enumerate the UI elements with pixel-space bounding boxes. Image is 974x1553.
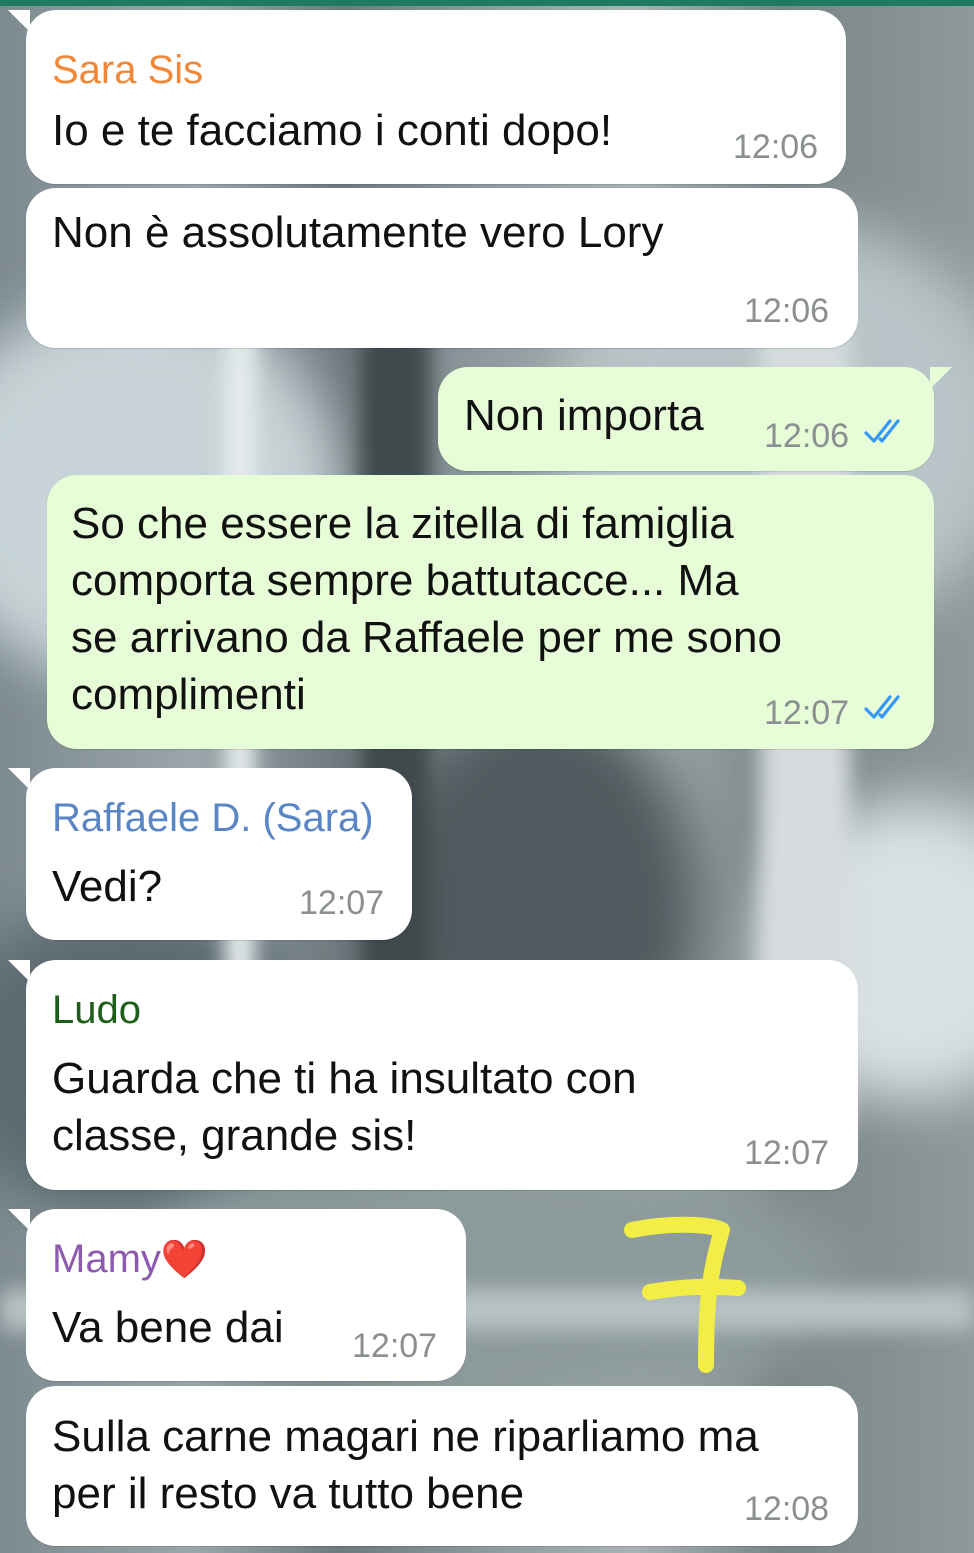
bubble-tail xyxy=(8,10,30,32)
message-time: 12:07 xyxy=(764,694,850,732)
message-text: Va bene dai xyxy=(52,1303,284,1352)
sender-name[interactable]: Raffaele D. (Sara) xyxy=(52,798,374,838)
message-time: 12:06 xyxy=(764,417,850,455)
message-time: 12:06 xyxy=(744,292,830,330)
message-text: Guarda che ti ha insultato con classe, g… xyxy=(52,1054,637,1160)
handwritten-seven-annotation: 7 xyxy=(624,1216,746,1373)
message-time: 12:07 xyxy=(744,1134,830,1172)
message-text: Sulla carne magari ne riparliamo ma per … xyxy=(52,1412,759,1518)
double-check-read-icon xyxy=(864,419,900,443)
bubble-tail xyxy=(8,1209,30,1231)
bubble-tail xyxy=(930,367,952,389)
heart-emoji: ❤️ xyxy=(160,1239,209,1281)
message-text: Vedi? xyxy=(52,862,163,911)
message-text: Io e te facciamo i conti dopo! xyxy=(52,106,613,155)
message-time: 12:07 xyxy=(352,1327,438,1365)
bubble-tail xyxy=(8,768,30,790)
message-time: 12:08 xyxy=(744,1490,830,1528)
message-text: Non è assolutamente vero Lory xyxy=(52,208,664,257)
message-text: So che essere la zitella di famiglia com… xyxy=(71,499,782,719)
sender-name[interactable]: Sara Sis xyxy=(52,50,203,90)
header-edge xyxy=(0,0,974,6)
bubble-tail xyxy=(8,960,30,982)
message-time: 12:07 xyxy=(299,884,385,922)
sender-name[interactable]: Ludo xyxy=(52,990,141,1030)
sender-name[interactable]: Mamy❤️ xyxy=(52,1239,208,1279)
sender-name-text: Mamy xyxy=(52,1237,161,1281)
double-check-read-icon xyxy=(864,695,900,719)
message-time: 12:06 xyxy=(733,128,819,166)
message-text: Non importa xyxy=(464,391,704,440)
